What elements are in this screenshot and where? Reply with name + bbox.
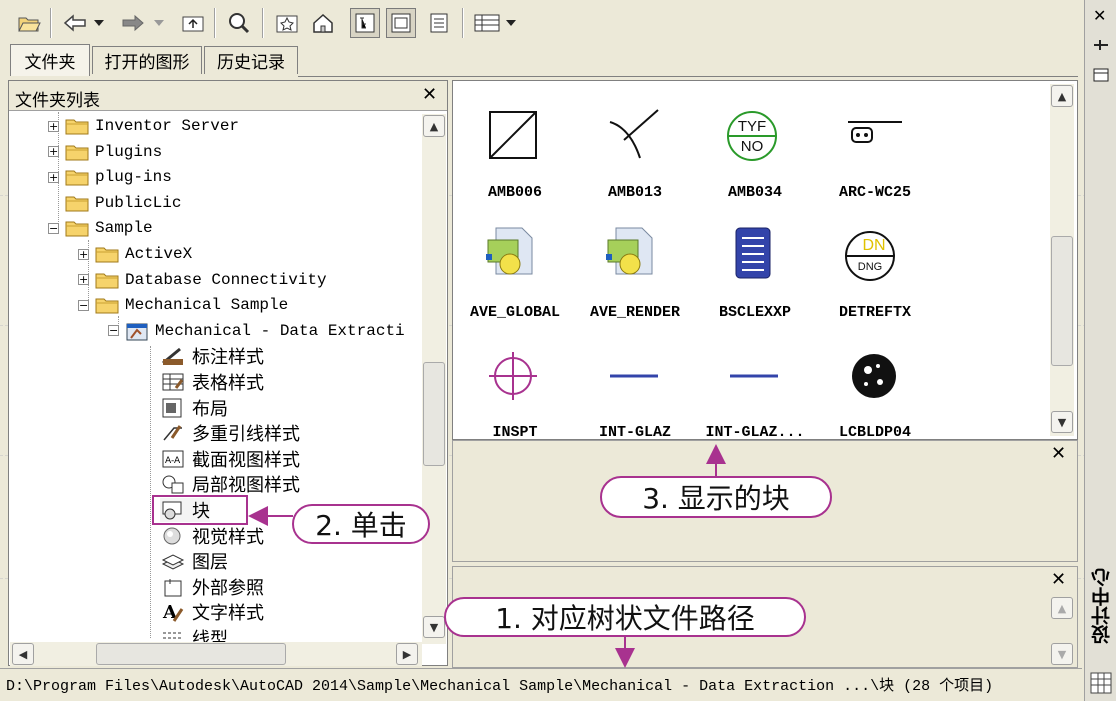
tab-folders[interactable]: 文件夹 bbox=[10, 44, 90, 76]
callout-displayed-blocks: 3. 显示的块 bbox=[600, 476, 832, 518]
callout-tree-path: 1. 对应树状文件路径 bbox=[444, 597, 806, 637]
callout-click: 2. 单击 bbox=[292, 504, 430, 544]
callout-arrows bbox=[152, 444, 726, 668]
